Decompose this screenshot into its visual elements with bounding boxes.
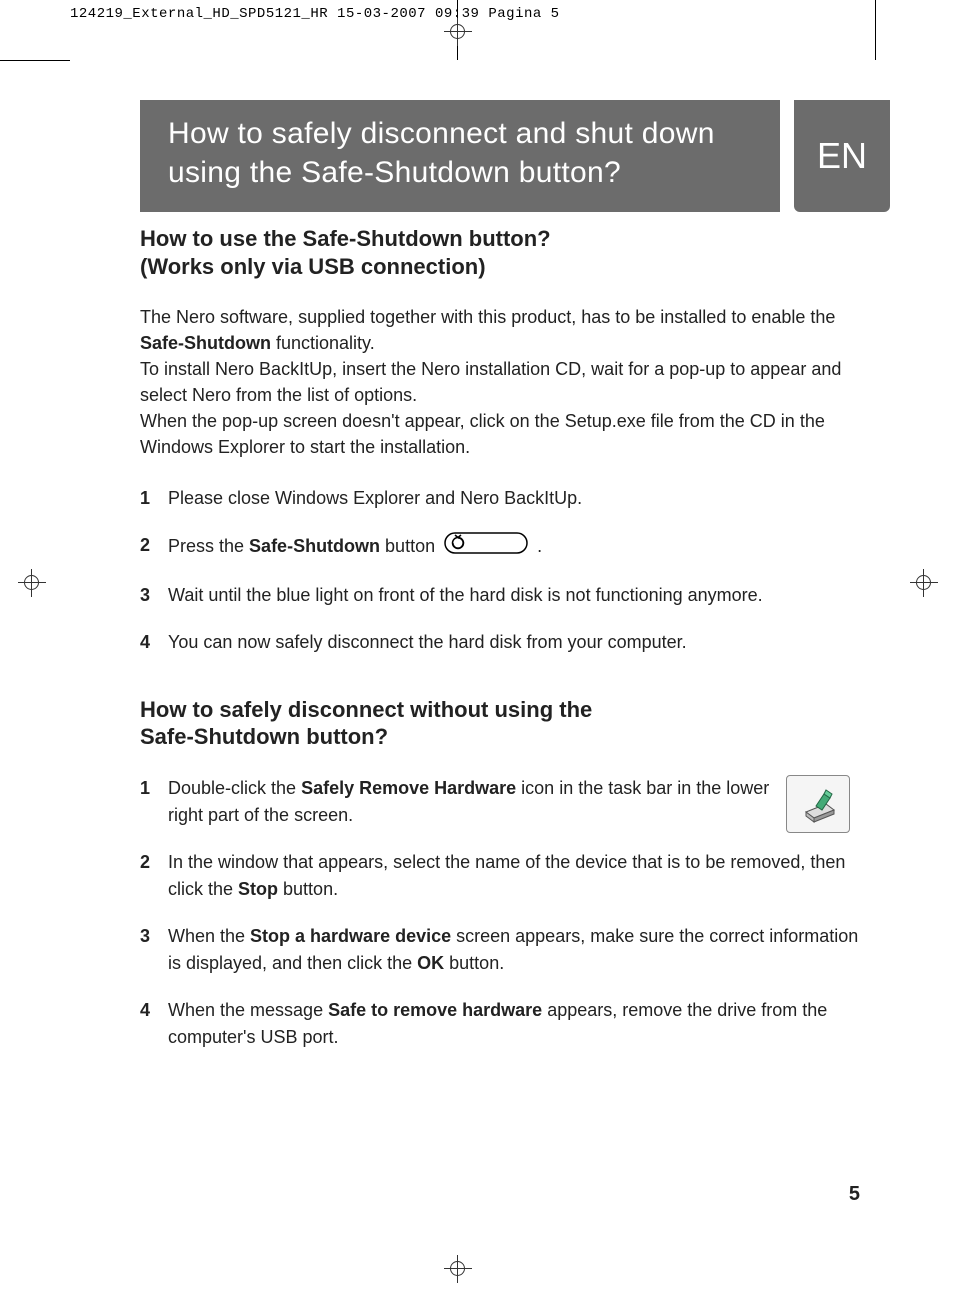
step-number: 1 (140, 485, 154, 512)
text: functionality. (271, 333, 375, 353)
list-item: 4 When the message Safe to remove hardwa… (140, 997, 860, 1051)
step-number: 4 (140, 997, 154, 1024)
step-number: 4 (140, 629, 154, 656)
list-item: 2 Press the Safe-Shutdown button . (140, 532, 860, 562)
step-number: 2 (140, 849, 154, 876)
step-text: Wait until the blue light on front of th… (168, 582, 860, 609)
crop-mark (0, 60, 70, 61)
text: . (537, 535, 542, 555)
step-text: When the message Safe to remove hardware… (168, 997, 860, 1051)
text: button (380, 535, 440, 555)
list-item: 3 Wait until the blue light on front of … (140, 582, 860, 609)
step-text: Double-click the Safely Remove Hardware … (168, 775, 770, 829)
step-text: Please close Windows Explorer and Nero B… (168, 485, 860, 512)
heading-line: How to safely disconnect without using t… (140, 697, 592, 722)
text: When the (168, 926, 250, 946)
page-title: How to safely disconnect and shut down u… (140, 100, 780, 212)
title-line-2: using the Safe-Shutdown button? (168, 153, 760, 192)
safe-shutdown-button-icon (444, 532, 528, 562)
bold-text: Safe to remove hardware (328, 1000, 542, 1020)
registration-mark-icon (910, 569, 938, 597)
content: How to use the Safe-Shutdown button? (Wo… (140, 225, 860, 1071)
heading-line: (Works only via USB connection) (140, 254, 486, 279)
list-item: 2 In the window that appears, select the… (140, 849, 860, 903)
bold-text: OK (417, 953, 444, 973)
list-item: 4 You can now safely disconnect the hard… (140, 629, 860, 656)
page: How to safely disconnect and shut down u… (70, 60, 890, 1240)
safely-remove-hardware-icon (786, 775, 850, 833)
step-text: In the window that appears, select the n… (168, 849, 860, 903)
step-number: 1 (140, 775, 154, 802)
registration-mark-icon (18, 569, 46, 597)
heading-line: Safe-Shutdown button? (140, 724, 388, 749)
list-item: 3 When the Stop a hardware device screen… (140, 923, 860, 977)
bold-text: Safe-Shutdown (249, 535, 380, 555)
intro-paragraph: The Nero software, supplied together wit… (140, 304, 860, 461)
text: When the message (168, 1000, 328, 1020)
list-item: 1 Double-click the Safely Remove Hardwar… (140, 775, 860, 829)
title-row: How to safely disconnect and shut down u… (140, 100, 890, 212)
text: The Nero software, supplied together wit… (140, 307, 835, 327)
steps-list: 1 Double-click the Safely Remove Hardwar… (140, 775, 860, 1051)
heading-line: How to use the Safe-Shutdown button? (140, 226, 551, 251)
text: To install Nero BackItUp, insert the Ner… (140, 359, 841, 405)
print-header: 124219_External_HD_SPD5121_HR 15-03-2007… (70, 6, 560, 22)
bold-text: Stop (238, 879, 278, 899)
text: button. (444, 953, 504, 973)
language-badge: EN (794, 100, 890, 212)
text: Double-click the (168, 778, 301, 798)
step-number: 3 (140, 923, 154, 950)
text: When the pop-up screen doesn't appear, c… (140, 411, 825, 457)
text: Press the (168, 535, 249, 555)
section-heading: How to use the Safe-Shutdown button? (Wo… (140, 225, 860, 280)
registration-mark-icon (444, 18, 472, 46)
bold-text: Safe-Shutdown (140, 333, 271, 353)
text: button. (278, 879, 338, 899)
step-text: You can now safely disconnect the hard d… (168, 629, 860, 656)
step-text: Press the Safe-Shutdown button . (168, 532, 860, 562)
bold-text: Safely Remove Hardware (301, 778, 516, 798)
step-text: When the Stop a hardware device screen a… (168, 923, 860, 977)
title-line-1: How to safely disconnect and shut down (168, 114, 760, 153)
step-number: 2 (140, 532, 154, 559)
crop-mark (875, 0, 876, 60)
registration-mark-icon (444, 1255, 472, 1283)
step-number: 3 (140, 582, 154, 609)
bold-text: Stop a hardware device (250, 926, 451, 946)
list-item: 1 Please close Windows Explorer and Nero… (140, 485, 860, 512)
page-number: 5 (849, 1183, 860, 1206)
section-heading: How to safely disconnect without using t… (140, 696, 860, 751)
steps-list: 1 Please close Windows Explorer and Nero… (140, 485, 860, 656)
